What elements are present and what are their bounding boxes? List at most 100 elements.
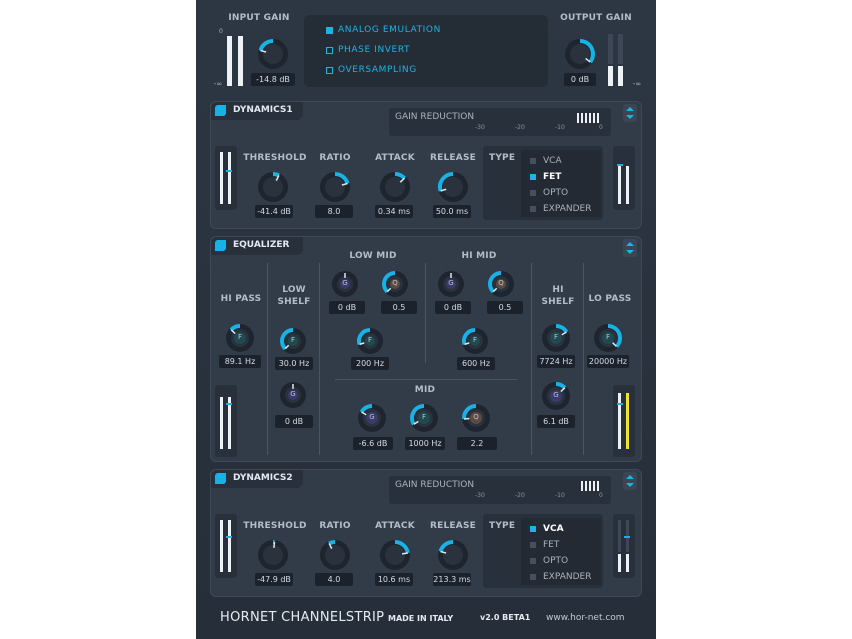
lopass-freq-knob[interactable]: F bbox=[593, 323, 623, 357]
dyn2-ratio-value: 4.0 bbox=[315, 573, 353, 586]
hipass-value: 89.1 Hz bbox=[219, 355, 261, 368]
knob-letter: Q bbox=[473, 413, 479, 421]
dyn2-threshold-label: THRESHOLD bbox=[243, 521, 307, 531]
options-box: ANALOG EMULATION PHASE INVERT OVERSAMPLI… bbox=[304, 15, 548, 87]
knob-letter: G bbox=[448, 279, 454, 287]
knob-letter: Q bbox=[498, 279, 504, 287]
himid-label: HI MID bbox=[461, 251, 497, 261]
himid-gain-knob[interactable]: G bbox=[437, 270, 465, 302]
himid-q-knob[interactable]: Q bbox=[487, 270, 515, 302]
hishelf-freq-knob[interactable]: F bbox=[541, 323, 571, 357]
analog-emulation-toggle[interactable]: ANALOG EMULATION bbox=[326, 25, 441, 35]
lowmid-freq-knob[interactable]: F bbox=[356, 327, 384, 359]
oversampling-toggle[interactable]: OVERSAMPLING bbox=[326, 65, 417, 75]
dyn2-type-selector: TYPE VCA FET OPTO EXPANDER bbox=[483, 514, 603, 588]
dyn1-release-knob[interactable] bbox=[437, 171, 469, 207]
lowshelf-gain-value: 0 dB bbox=[275, 415, 313, 428]
mid-q-value: 2.2 bbox=[457, 437, 497, 450]
dyn1-threshold-value: -41.4 dB bbox=[255, 205, 293, 218]
dyn2-attack-value: 10.6 ms bbox=[375, 573, 413, 586]
dyn1-ratio-knob[interactable] bbox=[319, 171, 351, 207]
dyn1-ratio-value: 8.0 bbox=[315, 205, 353, 218]
dyn2-ratio-label: RATIO bbox=[319, 521, 351, 531]
himid-q-value: 0.5 bbox=[487, 301, 523, 314]
lowmid-freq-value: 200 Hz bbox=[351, 357, 389, 370]
lowshelf-freq-knob[interactable]: F bbox=[279, 327, 307, 359]
lowmid-gain-value: 0 dB bbox=[329, 301, 365, 314]
dyn1-type-opto[interactable]: OPTO bbox=[530, 188, 568, 198]
mid-freq-value: 1000 Hz bbox=[405, 437, 445, 450]
website-link[interactable]: www.hor-net.com bbox=[546, 613, 625, 623]
dyn1-attack-knob[interactable] bbox=[379, 171, 411, 207]
knob-letter: F bbox=[290, 336, 296, 344]
input-gain-label: INPUT GAIN bbox=[228, 13, 290, 23]
mid-freq-knob[interactable]: F bbox=[409, 403, 439, 437]
dyn1-type-expander[interactable]: EXPANDER bbox=[530, 204, 591, 214]
input-meter bbox=[225, 34, 247, 88]
made-in-label: MADE IN ITALY bbox=[388, 614, 454, 623]
mid-gain-value: -6.6 dB bbox=[353, 437, 393, 450]
mid-q-knob[interactable]: Q bbox=[461, 403, 491, 437]
dyn1-output-meter bbox=[613, 146, 635, 210]
eq-output-meter bbox=[613, 385, 635, 457]
dyn2-input-meter bbox=[215, 514, 237, 578]
dyn2-type-vca[interactable]: VCA bbox=[530, 524, 564, 534]
dyn2-type-opto[interactable]: OPTO bbox=[530, 556, 568, 566]
output-scale-bottom: -∞ bbox=[632, 80, 642, 88]
dynamics1-updown[interactable] bbox=[623, 104, 637, 122]
dyn2-threshold-knob[interactable] bbox=[257, 539, 289, 575]
lopass-label: LO PASS bbox=[588, 294, 632, 304]
dyn1-attack-value: 0.34 ms bbox=[375, 205, 413, 218]
dyn1-type-fet[interactable]: FET bbox=[530, 172, 561, 182]
knob-letter: G bbox=[369, 413, 375, 421]
lowshelf-gain-knob[interactable]: G bbox=[279, 381, 307, 413]
dyn2-threshold-value: -47.9 dB bbox=[255, 573, 293, 586]
input-gain-knob[interactable] bbox=[257, 38, 289, 74]
dyn1-ratio-label: RATIO bbox=[319, 153, 351, 163]
knob-letter: F bbox=[553, 333, 559, 341]
input-scale-top: 0 bbox=[218, 28, 224, 35]
dyn2-type-expander[interactable]: EXPANDER bbox=[530, 572, 591, 582]
dyn2-output-meter bbox=[613, 514, 635, 578]
dyn1-release-value: 50.0 ms bbox=[433, 205, 471, 218]
hishelf-gain-knob[interactable]: G bbox=[541, 381, 571, 415]
knob-letter: F bbox=[421, 413, 427, 421]
hishelf-label: HI SHELF bbox=[541, 285, 575, 307]
dyn1-gain-reduction-meter: GAIN REDUCTION -30 -20 -10 0 bbox=[389, 108, 611, 136]
himid-freq-value: 600 Hz bbox=[457, 357, 495, 370]
dyn2-attack-label: ATTACK bbox=[375, 521, 415, 531]
equalizer-updown[interactable] bbox=[623, 239, 637, 257]
lopass-value: 20000 Hz bbox=[587, 355, 629, 368]
output-gain-knob[interactable] bbox=[564, 38, 596, 74]
lowmid-q-knob[interactable]: Q bbox=[381, 270, 409, 302]
channelstrip-plugin: INPUT GAIN 0 -∞ -14.8 dB ANALOG EMULATIO… bbox=[196, 0, 656, 639]
dynamics1-header: DYNAMICS1 bbox=[211, 102, 303, 120]
himid-freq-knob[interactable]: F bbox=[461, 327, 489, 359]
version-label: v2.0 BETA1 bbox=[480, 613, 531, 622]
lowshelf-freq-value: 30.0 Hz bbox=[275, 357, 313, 370]
knob-letter: Q bbox=[392, 279, 398, 287]
lowmid-gain-knob[interactable]: G bbox=[331, 270, 359, 302]
dyn2-release-knob[interactable] bbox=[437, 539, 469, 575]
hipass-freq-knob[interactable]: F bbox=[225, 323, 255, 357]
equalizer-panel: EQUALIZER HI PASS F 89.1 Hz LOW SHELF F … bbox=[210, 236, 642, 462]
knob-letter: F bbox=[237, 333, 243, 341]
dyn2-type-fet[interactable]: FET bbox=[530, 540, 559, 550]
phase-invert-toggle[interactable]: PHASE INVERT bbox=[326, 45, 410, 55]
hishelf-freq-value: 7724 Hz bbox=[537, 355, 575, 368]
dyn1-type-vca[interactable]: VCA bbox=[530, 156, 562, 166]
mid-gain-knob[interactable]: G bbox=[357, 403, 387, 437]
dyn1-threshold-label: THRESHOLD bbox=[243, 153, 307, 163]
dyn1-attack-label: ATTACK bbox=[375, 153, 415, 163]
dyn2-attack-knob[interactable] bbox=[379, 539, 411, 575]
dynamics2-updown[interactable] bbox=[623, 472, 637, 490]
equalizer-header: EQUALIZER bbox=[211, 237, 303, 255]
dyn1-threshold-knob[interactable] bbox=[257, 171, 289, 207]
himid-gain-value: 0 dB bbox=[435, 301, 471, 314]
output-meter bbox=[606, 32, 630, 88]
lowshelf-label: LOW SHELF bbox=[277, 285, 311, 307]
dynamics2-header: DYNAMICS2 bbox=[211, 470, 303, 488]
dyn2-ratio-knob[interactable] bbox=[319, 539, 351, 575]
hipass-label: HI PASS bbox=[220, 294, 262, 304]
dynamics2-panel: DYNAMICS2 GAIN REDUCTION -30 -20 -10 0 T… bbox=[210, 469, 642, 597]
